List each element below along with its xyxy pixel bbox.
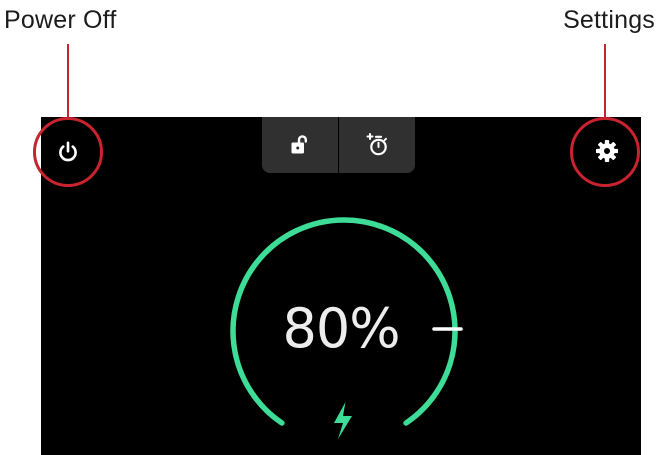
power-off-button[interactable]: [48, 132, 88, 172]
unlock-button[interactable]: [262, 117, 338, 173]
top-toolbar: [262, 117, 415, 173]
settings-callout-label: Settings: [563, 6, 655, 34]
settings-callout-line: [604, 44, 606, 117]
add-timer-button[interactable]: [339, 117, 415, 173]
power-icon: [59, 141, 77, 162]
lightning-bolt-icon: [334, 402, 352, 439]
settings-button[interactable]: [587, 131, 627, 171]
add-timer-icon: [366, 133, 387, 156]
charge-percentage: 80%: [282, 297, 400, 360]
power-off-callout-line: [67, 44, 69, 117]
power-off-callout-label: Power Off: [4, 6, 117, 34]
unlock-icon: [291, 135, 307, 154]
gear-icon: [595, 139, 619, 163]
